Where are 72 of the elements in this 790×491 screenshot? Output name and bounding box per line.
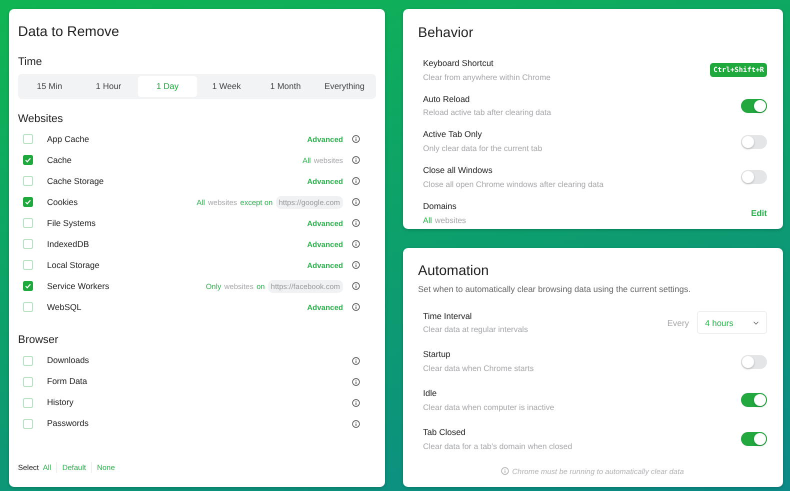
interval-dropdown[interactable]: 4 hours: [697, 311, 767, 334]
item-label: Passwords: [47, 417, 90, 430]
info-icon[interactable]: [352, 219, 360, 228]
section-heading: Websites: [18, 112, 64, 126]
info-icon[interactable]: [352, 135, 360, 144]
toggle-switch[interactable]: [741, 354, 767, 369]
setting-title: Startup: [423, 348, 452, 362]
setting-description: websites: [434, 214, 466, 227]
setting-title: Domains: [423, 200, 458, 213]
section-heading: Browser: [18, 334, 60, 348]
toggle-switch[interactable]: [741, 134, 767, 149]
info-icon[interactable]: [352, 398, 360, 407]
item-label: Form Data: [47, 375, 88, 388]
item-label: Cache Storage: [47, 175, 105, 188]
time-option[interactable]: 15 Min: [20, 76, 79, 97]
item-label: History: [47, 396, 74, 409]
setting-description: Close all open Chrome windows after clearing data: [423, 178, 604, 191]
chevron-down-icon: [753, 320, 759, 325]
section-heading: Time: [18, 56, 44, 69]
info-icon[interactable]: [352, 177, 360, 186]
setting-description: Clear data for a tab's domain when closed: [423, 440, 572, 453]
time-option[interactable]: 1 Hour: [79, 76, 138, 97]
item-label: Local Storage: [47, 259, 100, 272]
setting-title: Close all Windows: [423, 164, 494, 177]
edit-link[interactable]: Edit: [750, 206, 767, 220]
item-label: Cache: [47, 154, 73, 167]
item-label: IndexedDB: [47, 238, 90, 251]
info-icon[interactable]: [352, 198, 360, 206]
item-label: WebSQL: [47, 301, 82, 314]
setting-title: Time Interval: [423, 310, 473, 322]
card-title: Behavior: [418, 24, 474, 41]
info-icon[interactable]: [352, 261, 360, 270]
time-option[interactable]: 1 Month: [256, 76, 315, 97]
time-option[interactable]: Everything: [315, 76, 374, 97]
setting-title: Tab Closed: [423, 426, 467, 439]
item-label: Downloads: [47, 354, 90, 367]
setting-title: Idle: [423, 387, 438, 400]
card-description: Set when to automatically clear browsing data using the current settings.: [418, 282, 692, 296]
card-title: Automation: [418, 262, 490, 279]
setting-title: Auto Reload: [423, 92, 471, 106]
info-icon[interactable]: [352, 282, 360, 290]
setting-description: Clear data at regular intervals: [423, 324, 528, 336]
info-icon[interactable]: [352, 156, 360, 164]
setting-description: Clear data when Chrome starts: [423, 363, 534, 376]
info-icon[interactable]: [352, 303, 360, 312]
toggle-switch[interactable]: [741, 432, 767, 446]
toggle-switch[interactable]: [741, 170, 767, 184]
time-option[interactable]: 1 Day: [138, 76, 197, 97]
checkbox[interactable]: [23, 197, 33, 208]
info-icon[interactable]: [352, 356, 360, 365]
setting-description: Only clear data for the current tab: [423, 143, 542, 156]
item-label: Cookies: [47, 196, 79, 209]
setting-description: Reload active tab after clearing data: [423, 107, 552, 120]
setting-title: Keyboard Shortcut: [423, 56, 494, 70]
setting-description: Clear from anywhere within Chrome: [423, 72, 551, 84]
card-title: Data to Remove: [18, 23, 120, 40]
info-icon[interactable]: [352, 240, 360, 248]
select-prefix: Every: [667, 316, 689, 330]
setting-description: Clear data when computer is inactive: [423, 402, 554, 414]
time-option[interactable]: 1 Week: [197, 76, 256, 97]
toggle-switch[interactable]: [741, 98, 767, 113]
toggle-switch[interactable]: [741, 393, 767, 408]
checkbox[interactable]: [23, 155, 33, 166]
info-icon: [501, 467, 510, 476]
info-icon[interactable]: [352, 378, 360, 386]
info-icon[interactable]: [352, 420, 360, 428]
item-label: Service Workers: [47, 280, 110, 293]
checkbox[interactable]: [23, 281, 33, 292]
item-label: App Cache: [47, 133, 90, 146]
setting-title: Active Tab Only: [423, 128, 483, 142]
item-label: File Systems: [47, 217, 97, 230]
setting-description: All: [423, 214, 432, 227]
